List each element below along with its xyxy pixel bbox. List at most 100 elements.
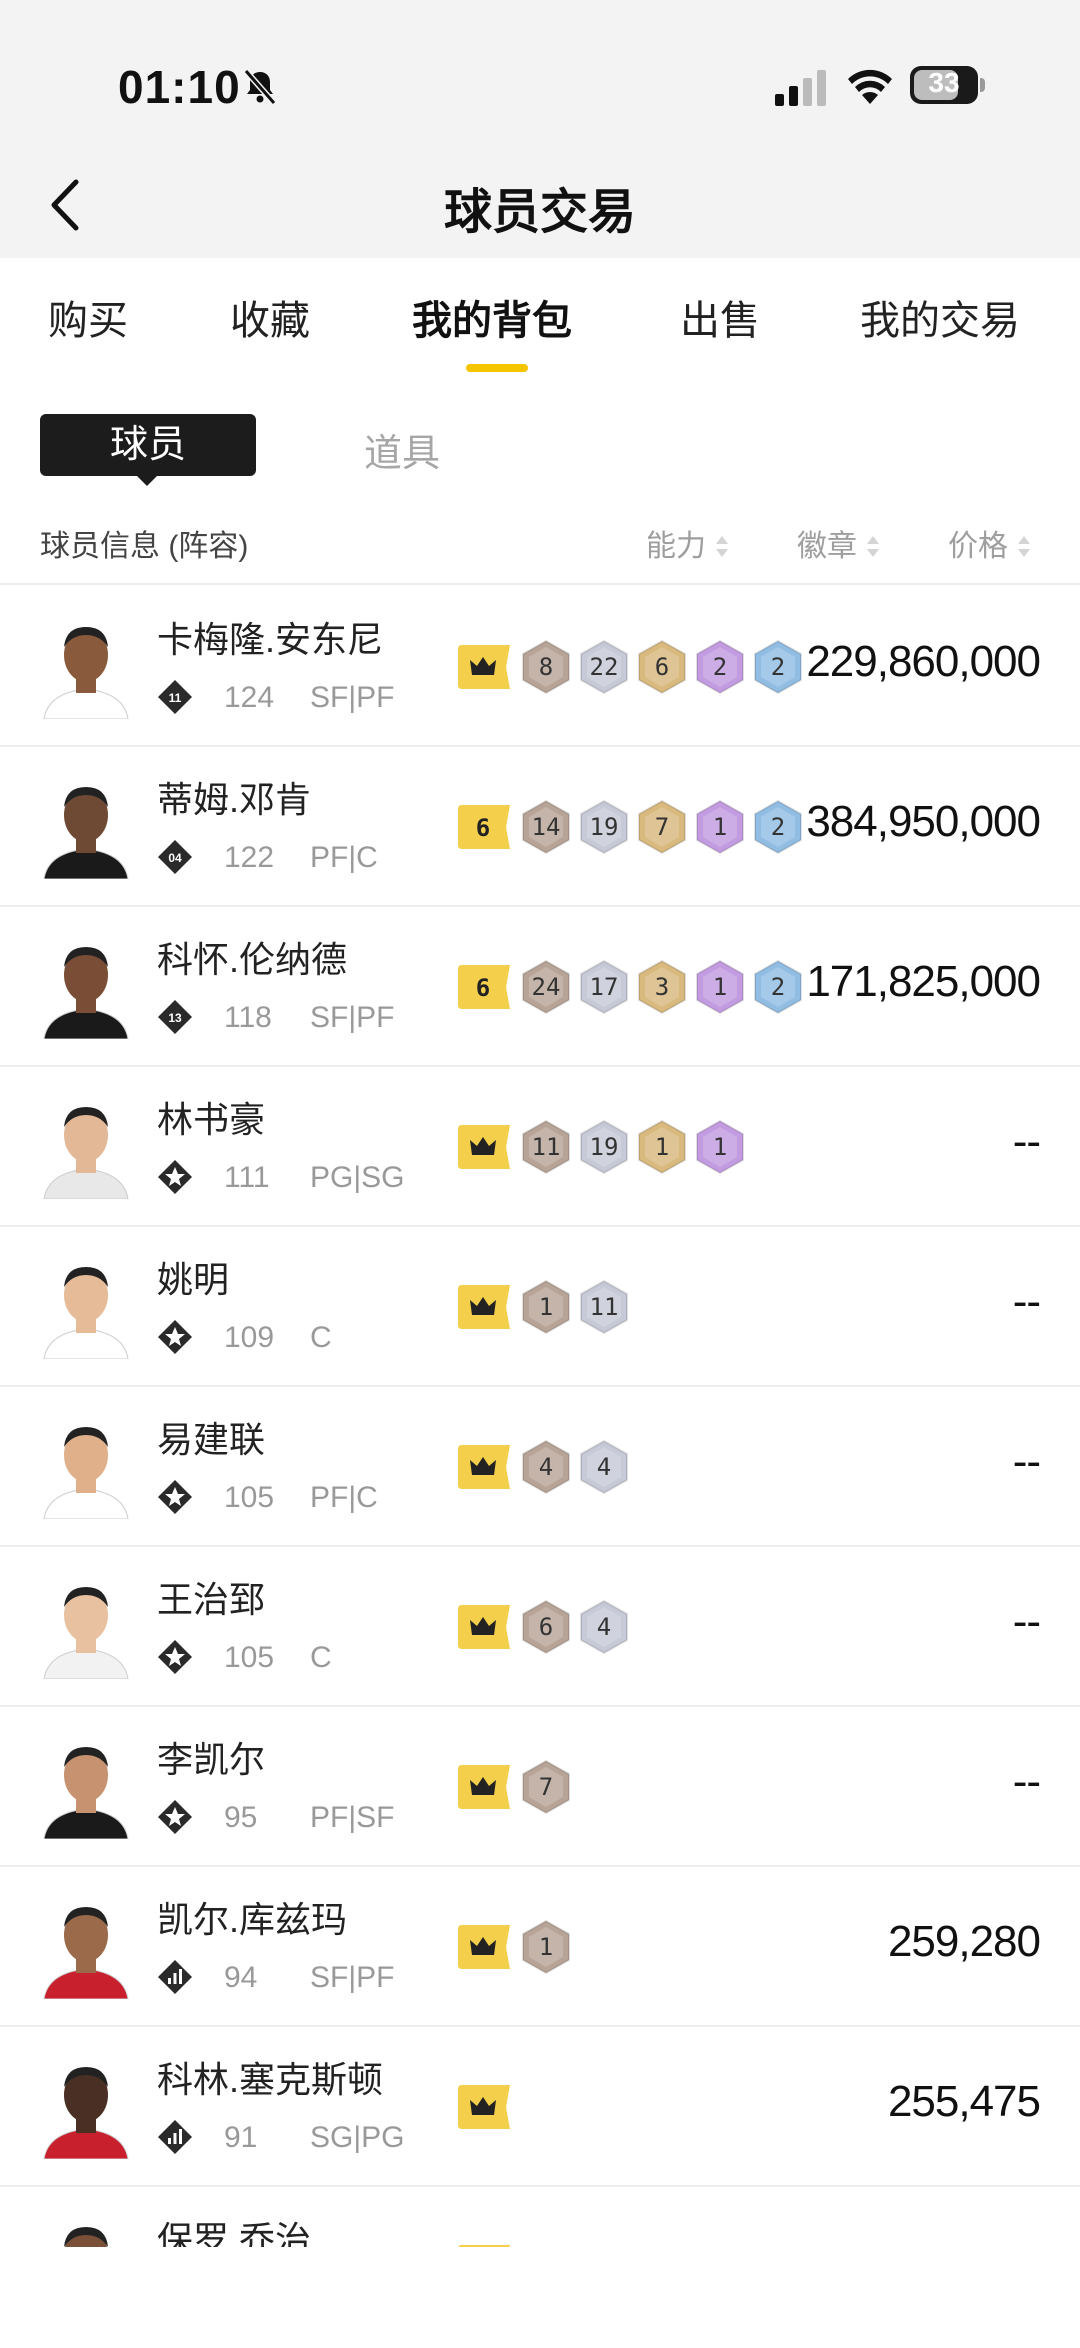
player-avatar <box>43 1267 129 1359</box>
badge-count: 4 <box>538 1453 554 1481</box>
player-position: PF|C <box>310 1481 378 1514</box>
player-position: C <box>310 1641 332 1674</box>
star-diamond-icon <box>158 1320 192 1354</box>
player-position: SF|PF <box>310 1961 395 1994</box>
player-position: PF|SF <box>310 1801 395 1834</box>
player-rating: 124 <box>224 681 275 714</box>
badge-hex-icon: 4 <box>578 1599 630 1655</box>
tier-11-diamond-icon: 11 <box>158 680 192 714</box>
badge-count: 8 <box>538 653 554 681</box>
badge-hex-icon: 22 <box>578 639 630 695</box>
tab-my-backpack[interactable]: 我的背包 <box>412 288 572 346</box>
badge-count: 2 <box>770 813 786 841</box>
sort-arrows-icon <box>865 534 881 562</box>
badge-hex-icon: 1 <box>520 1279 572 1335</box>
badge-count: 11 <box>589 1293 619 1321</box>
badge-group: 8 22 6 2 2 <box>458 639 810 695</box>
badge-group <box>458 2079 520 2135</box>
player-avatar <box>43 947 129 1039</box>
tab-bar: 购买 收藏 我的背包 出售 我的交易 <box>0 258 1080 388</box>
sort-arrows-icon <box>714 534 730 562</box>
badge-hex-icon: 1 <box>694 959 746 1015</box>
badge-count: 4 <box>596 1453 612 1481</box>
badge-group: 1 11 <box>458 1279 636 1335</box>
badge-hex-icon: 14 <box>520 799 572 855</box>
star-diamond-icon <box>158 1160 192 1194</box>
badge-count: 22 <box>589 653 619 681</box>
sort-price-button[interactable]: 价格 <box>948 521 1032 565</box>
badge-hex-icon: 7 <box>520 1759 572 1815</box>
player-row[interactable]: 林书豪 111 PG|SG 11 19 1 1 -- <box>0 1067 1080 1227</box>
badge-count: 2 <box>770 653 786 681</box>
badge-hex-icon: 4 <box>578 1439 630 1495</box>
badge-hex-icon: 19 <box>578 799 630 855</box>
tier-13-diamond-icon: 13 <box>158 1000 192 1034</box>
badge-hex-icon: 17 <box>578 959 630 1015</box>
badge-hex-icon: 2 <box>752 959 804 1015</box>
player-rating: 105 <box>224 1641 275 1674</box>
sort-badge-button[interactable]: 徽章 <box>797 521 881 565</box>
player-row[interactable]: 科林.塞克斯顿 91 SG|PG 255,475 <box>0 2027 1080 2187</box>
player-position: PG|SG <box>310 1161 405 1194</box>
crown-badge-icon <box>458 1925 510 1969</box>
tab-sell[interactable]: 出售 <box>680 288 760 346</box>
player-rating: 122 <box>224 841 275 874</box>
badge-count: 7 <box>538 1773 554 1801</box>
crown-badge-icon <box>458 645 510 689</box>
tab-favorites[interactable]: 收藏 <box>230 288 310 346</box>
player-position: C <box>310 1321 332 1354</box>
crown-badge-icon <box>458 2085 510 2129</box>
sort-ability-button[interactable]: 能力 <box>646 521 730 565</box>
badge-count: 2 <box>712 653 728 681</box>
badge-hex-icon: 2 <box>694 639 746 695</box>
number-badge-icon: 6 <box>458 965 510 1009</box>
badge-hex-icon: 19 <box>578 1119 630 1175</box>
badge-group: 6 14 19 7 1 2 <box>458 799 810 855</box>
badge-count: 6 <box>654 653 670 681</box>
player-row[interactable]: 王治郅 105 C 6 4 -- <box>0 1547 1080 1707</box>
badge-group: 7 <box>458 1759 578 1815</box>
number-badge-icon: 6 <box>458 805 510 849</box>
player-price: 229,860,000 <box>806 637 1041 686</box>
crown-badge-icon <box>458 1125 510 1169</box>
crown-badge-icon <box>458 2245 510 2247</box>
subtab-players[interactable]: 球员 <box>40 414 256 476</box>
badge-hex-icon: 11 <box>520 1119 572 1175</box>
battery-icon: 33 <box>910 66 985 106</box>
player-name: 姚明 <box>157 1259 230 1300</box>
nav-bar: 球员交易 <box>0 160 1080 258</box>
badge-hex-icon: 6 <box>520 1599 572 1655</box>
subtab-items[interactable]: 道具 <box>364 422 440 477</box>
star-diamond-icon <box>158 1480 192 1514</box>
badge-hex-icon: 2 <box>752 639 804 695</box>
player-row[interactable]: 保罗.乔治 <box>0 2187 1080 2247</box>
badge-count: 19 <box>589 1133 619 1161</box>
player-row[interactable]: 科怀.伦纳德 13 118 SF|PF 6 24 17 3 1 2 171,825,000 <box>0 907 1080 1067</box>
badge-hex-icon: 1 <box>694 799 746 855</box>
player-position: SF|PF <box>310 681 395 714</box>
badge-count: 2 <box>770 973 786 1001</box>
badge-count: 17 <box>589 973 619 1001</box>
top-area: 01:10 33 球员交易 <box>0 0 1080 258</box>
header-price: 价格 <box>948 530 1008 563</box>
tab-buy[interactable]: 购买 <box>48 288 128 346</box>
subtab-pointer <box>135 474 159 486</box>
player-list: 卡梅隆.安东尼 11 124 SF|PF 8 22 6 2 2 229,860,000 蒂姆.邓肯 0… <box>0 587 1080 2247</box>
player-name: 蒂姆.邓肯 <box>157 779 312 820</box>
player-price: 171,825,000 <box>806 957 1041 1006</box>
player-row[interactable]: 李凯尔 95 PF|SF 7 -- <box>0 1707 1080 1867</box>
player-name: 卡梅隆.安东尼 <box>157 619 384 660</box>
player-row[interactable]: 卡梅隆.安东尼 11 124 SF|PF 8 22 6 2 2 229,860,000 <box>0 587 1080 747</box>
player-row[interactable]: 易建联 105 PF|C 4 4 -- <box>0 1387 1080 1547</box>
table-header: 球员信息 (阵容) 能力 徽章 价格 <box>0 505 1080 585</box>
player-row[interactable]: 凯尔.库兹玛 94 SF|PF 1 259,280 <box>0 1867 1080 2027</box>
player-avatar <box>43 787 129 879</box>
player-price: 255,475 <box>887 2077 1041 2126</box>
crown-badge-icon <box>458 1285 510 1329</box>
player-row[interactable]: 蒂姆.邓肯 04 122 PF|C 6 14 19 7 1 2 384,950,000 <box>0 747 1080 907</box>
tab-my-trades[interactable]: 我的交易 <box>860 288 1020 346</box>
player-avatar <box>43 1747 129 1839</box>
badge-group: 11 19 1 1 <box>458 1119 752 1175</box>
player-rating: 95 <box>224 1801 258 1834</box>
player-row[interactable]: 姚明 109 C 1 11 -- <box>0 1227 1080 1387</box>
